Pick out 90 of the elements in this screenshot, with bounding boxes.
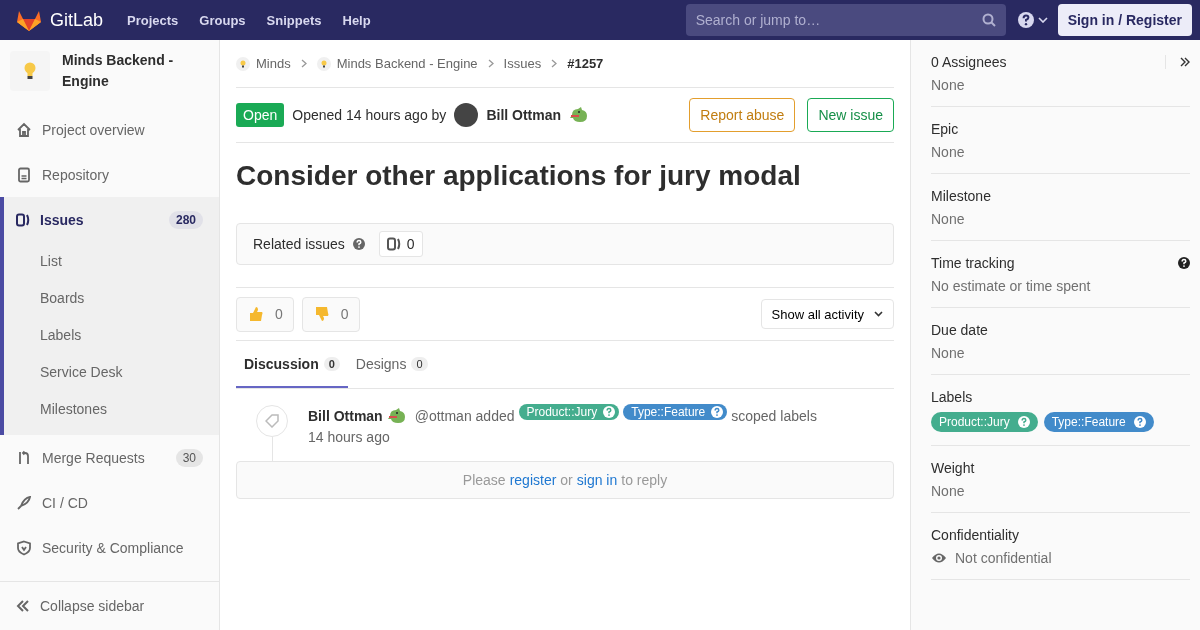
issues-icon: [386, 237, 401, 251]
dragon-icon: [569, 106, 590, 124]
sidebar-value: None: [931, 211, 966, 227]
sidebar-subitem[interactable]: Service Desk: [4, 353, 219, 390]
sidebar-heading: Epic: [931, 121, 959, 137]
home-icon: [16, 121, 32, 138]
breadcrumb-link[interactable]: Minds: [256, 56, 291, 71]
sidebar-value: Not confidential: [955, 550, 1052, 566]
related-issues-label: Related issues: [253, 236, 345, 252]
double-chevron-right-icon[interactable]: [1180, 57, 1190, 67]
sidebar-value: None: [931, 144, 966, 160]
lightbulb-icon: [236, 56, 250, 71]
sidebar-heading: Confidentiality: [931, 527, 1019, 543]
search-icon: [981, 13, 996, 27]
sidebar-heading: Milestone: [931, 188, 991, 204]
help-icon: [603, 406, 616, 418]
link[interactable]: register: [509, 472, 557, 488]
nav-link[interactable]: Projects: [127, 12, 179, 28]
tab[interactable]: Designs 0: [347, 341, 436, 388]
sidebar-value: No estimate or time spent: [931, 278, 1092, 294]
thumbs-up-icon: [247, 305, 265, 323]
note-action: @ottman added: [414, 408, 515, 424]
tab[interactable]: Discussion 0: [236, 341, 348, 388]
label-tag[interactable]: Type::Feature: [1043, 412, 1154, 432]
logo-text[interactable]: GitLab: [50, 9, 104, 31]
chevron-right-icon: [300, 59, 307, 68]
sidebar-subitem[interactable]: Boards: [4, 279, 219, 316]
eye-icon: [931, 552, 947, 564]
sidebar-item[interactable]: Merge Requests 30: [0, 435, 219, 480]
issue-title: Consider other applications for jury modal: [236, 159, 802, 193]
sidebar-value: None: [931, 345, 966, 361]
nav-link[interactable]: Snippets: [266, 12, 322, 28]
help-icon: [1178, 257, 1190, 269]
sidebar-heading: Weight: [931, 460, 975, 476]
status-badge: Open: [236, 103, 285, 127]
issues-icon: [16, 212, 30, 227]
avatar: [454, 103, 479, 127]
link[interactable]: sign in: [576, 472, 618, 488]
double-chevron-left-icon: [16, 600, 30, 612]
chevron-right-icon: [551, 59, 558, 68]
lightbulb-icon: [316, 56, 331, 71]
nav-link[interactable]: Help: [342, 12, 371, 28]
help-icon: [711, 406, 724, 418]
author-link[interactable]: Bill Ottman: [308, 408, 383, 424]
activity-filter-dropdown[interactable]: Show all activity: [760, 299, 894, 329]
help-icon: [1017, 416, 1030, 428]
chevron-right-icon: [487, 59, 494, 68]
sidebar-heading: Due date: [931, 322, 988, 338]
sidebar-value: None: [931, 77, 966, 93]
sidebar-heading: Labels: [931, 389, 973, 405]
label-tag[interactable]: Type::Feature: [623, 404, 728, 420]
chevron-down-icon: [1037, 17, 1048, 23]
sidebar-heading: Time tracking: [931, 255, 1015, 271]
sidebar-subitem[interactable]: Milestones: [4, 390, 219, 427]
dragon-icon: [386, 407, 407, 425]
sidebar-item[interactable]: CI / CD: [0, 480, 219, 525]
help-icon: [1133, 416, 1146, 428]
related-issues-count[interactable]: 0: [378, 231, 423, 257]
sidebar-subitem[interactable]: Labels: [4, 316, 219, 353]
sign-in-button[interactable]: Sign in / Register: [1057, 4, 1192, 36]
nav-link[interactable]: Groups: [199, 12, 246, 28]
sidebar-heading: 0 Assignees: [931, 54, 1007, 70]
award-button[interactable]: 0: [301, 296, 360, 332]
opened-text: Opened 14 hours ago by: [292, 107, 447, 123]
project-name[interactable]: Minds Backend - Engine: [62, 50, 209, 92]
breadcrumb-link[interactable]: Issues: [503, 56, 542, 71]
sidebar-item[interactable]: Project overview: [0, 107, 219, 152]
lightbulb-icon: [24, 62, 36, 80]
search-field[interactable]: Search or jump to…: [685, 4, 1006, 36]
help-icon: [1017, 12, 1034, 28]
breadcrumb-link[interactable]: #1257: [567, 56, 604, 71]
new-issue-button[interactable]: New issue: [807, 98, 894, 132]
sidebar-item[interactable]: Issues 280: [4, 197, 219, 242]
help-menu[interactable]: [1017, 12, 1048, 28]
award-button[interactable]: 0: [236, 296, 294, 332]
breadcrumb-link[interactable]: Minds Backend - Engine: [336, 56, 478, 71]
note-text: scoped labels: [731, 408, 817, 424]
report-abuse-button[interactable]: Report abuse: [689, 98, 796, 132]
note-time: 14 hours ago: [308, 429, 391, 445]
sidebar-item[interactable]: Security & Compliance: [0, 525, 219, 570]
document-icon: [16, 166, 32, 183]
sidebar-subitem[interactable]: List: [4, 242, 219, 279]
chevron-down-icon: [874, 311, 883, 317]
reply-notice: Please register or sign in to reply: [236, 461, 894, 499]
author-link[interactable]: Bill Ottman: [486, 107, 562, 123]
sidebar-value: None: [931, 483, 966, 499]
merge-request-icon: [16, 449, 32, 466]
sidebar-item[interactable]: Repository: [0, 152, 219, 197]
help-icon: [352, 238, 365, 250]
shield-icon: [16, 539, 32, 556]
